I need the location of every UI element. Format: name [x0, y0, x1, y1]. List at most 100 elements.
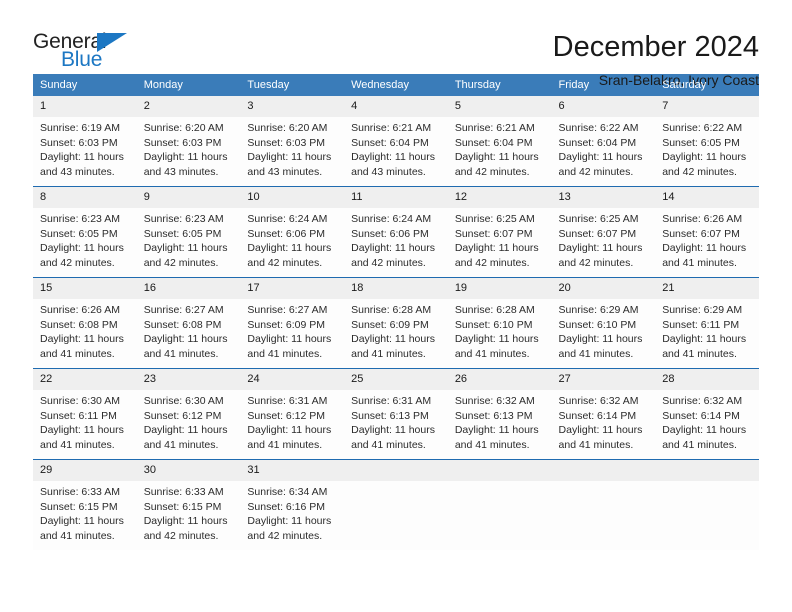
sunrise-time: Sunrise: 6:32 AM — [662, 395, 743, 407]
day-number: 26 — [447, 369, 552, 390]
day-number: 2 — [136, 96, 241, 117]
day-number: 17 — [240, 278, 345, 299]
calendar-day-cell[interactable]: 29 Sunrise: 6:33 AM Sunset: 6:15 PM Dayligh… — [33, 459, 137, 550]
calendar-week-row: 1 Sunrise: 6:19 AM Sunset: 6:03 PM Daylight… — [33, 96, 759, 187]
daylight-duration-line1: Daylight: 11 hours — [662, 151, 747, 164]
calendar-day-cell[interactable]: 21 Sunrise: 6:29 AM Sunset: 6:11 PM Dayligh… — [655, 277, 759, 369]
sunset-time: Sunset: 6:03 PM — [40, 136, 118, 149]
daylight-duration-line2: and 41 minutes. — [143, 347, 219, 360]
calendar-day-cell[interactable]: 6 Sunrise: 6:22 AM Sunset: 6:04 PM Daylight… — [551, 96, 656, 187]
day-number: 19 — [447, 278, 552, 299]
calendar-body: 1 Sunrise: 6:19 AM Sunset: 6:03 PM Daylight… — [33, 96, 759, 550]
calendar-day-cell[interactable]: 9 Sunrise: 6:23 AM Sunset: 6:05 PM Daylight… — [136, 186, 241, 278]
daylight-duration-line1: Daylight: 11 hours — [40, 333, 124, 346]
day-details: Sunrise: 6:28 AM Sunset: 6:10 PM Daylight:… — [448, 299, 552, 361]
calendar-day-cell[interactable]: 15 Sunrise: 6:26 AM Sunset: 6:08 PM Dayligh… — [33, 277, 137, 369]
sunset-time: Sunset: 6:04 PM — [558, 136, 637, 149]
daylight-duration-line2: and 41 minutes. — [454, 347, 530, 360]
calendar-day-cell[interactable]: 27 Sunrise: 6:32 AM Sunset: 6:14 PM Dayligh… — [551, 368, 656, 460]
calendar-day-cell[interactable]: 16 Sunrise: 6:27 AM Sunset: 6:08 PM Dayligh… — [136, 277, 241, 369]
daylight-duration-line1: Daylight: 11 hours — [247, 242, 332, 255]
day-number: 25 — [344, 369, 448, 390]
calendar-day-cell[interactable]: 24 Sunrise: 6:31 AM Sunset: 6:12 PM Dayligh… — [240, 368, 345, 460]
daylight-duration-line2: and 41 minutes. — [351, 438, 426, 451]
calendar-day-cell[interactable]: 23 Sunrise: 6:30 AM Sunset: 6:12 PM Dayligh… — [136, 368, 241, 460]
day-details: Sunrise: 6:30 AM Sunset: 6:11 PM Daylight:… — [33, 390, 137, 452]
calendar-day-cell[interactable]: 13 Sunrise: 6:25 AM Sunset: 6:07 PM Dayligh… — [551, 186, 656, 278]
calendar-week-row: 29 Sunrise: 6:33 AM Sunset: 6:15 PM Dayligh… — [33, 459, 759, 550]
day-number: 15 — [33, 278, 137, 299]
daylight-duration-line2: and 41 minutes. — [40, 347, 115, 360]
day-number: 18 — [344, 278, 448, 299]
sunrise-time: Sunrise: 6:27 AM — [247, 304, 328, 316]
sunset-time: Sunset: 6:14 PM — [662, 409, 740, 422]
daylight-duration-line2: and 42 minutes. — [558, 165, 634, 178]
calendar-day-cell[interactable]: 26 Sunrise: 6:32 AM Sunset: 6:13 PM Dayligh… — [447, 368, 552, 460]
day-number: 16 — [136, 278, 241, 299]
logo-text-blue: Blue — [61, 48, 103, 71]
daylight-duration-line2: and 42 minutes. — [40, 256, 115, 269]
calendar-day-cell[interactable]: 1 Sunrise: 6:19 AM Sunset: 6:03 PM Daylight… — [33, 96, 137, 187]
calendar-day-cell[interactable]: 25 Sunrise: 6:31 AM Sunset: 6:13 PM Dayligh… — [344, 368, 448, 460]
daylight-duration-line1: Daylight: 11 hours — [662, 242, 747, 255]
sunset-time: Sunset: 6:06 PM — [351, 227, 429, 240]
calendar-day-cell[interactable]: 18 Sunrise: 6:28 AM Sunset: 6:09 PM Dayligh… — [344, 277, 448, 369]
calendar-day-cell[interactable]: 12 Sunrise: 6:25 AM Sunset: 6:07 PM Dayligh… — [447, 186, 552, 278]
calendar-week-row: 22 Sunrise: 6:30 AM Sunset: 6:11 PM Dayligh… — [33, 368, 759, 460]
sunrise-time: Sunrise: 6:20 AM — [143, 122, 224, 134]
sunset-time: Sunset: 6:07 PM — [662, 227, 740, 240]
sunrise-time: Sunrise: 6:21 AM — [351, 122, 432, 134]
daylight-duration-line1: Daylight: 11 hours — [40, 424, 124, 437]
calendar-day-cell[interactable]: 11 Sunrise: 6:24 AM Sunset: 6:06 PM Dayligh… — [344, 186, 448, 278]
calendar-day-cell[interactable]: 2 Sunrise: 6:20 AM Sunset: 6:03 PM Daylight… — [136, 96, 241, 187]
day-details: Sunrise: 6:26 AM Sunset: 6:08 PM Daylight:… — [33, 299, 137, 361]
weekday-header-tuesday: Tuesday — [240, 74, 345, 96]
day-details: Sunrise: 6:23 AM Sunset: 6:05 PM Daylight:… — [137, 208, 241, 270]
calendar-day-cell[interactable]: 28 Sunrise: 6:32 AM Sunset: 6:14 PM Dayligh… — [655, 368, 759, 460]
day-details: Sunrise: 6:20 AM Sunset: 6:03 PM Daylight:… — [137, 117, 241, 179]
calendar-day-cell[interactable]: 7 Sunrise: 6:22 AM Sunset: 6:05 PM Daylight… — [655, 96, 759, 187]
sunrise-time: Sunrise: 6:24 AM — [247, 213, 328, 225]
weekday-header-thursday: Thursday — [447, 74, 552, 96]
calendar-day-cell[interactable]: 10 Sunrise: 6:24 AM Sunset: 6:06 PM Dayligh… — [240, 186, 345, 278]
day-details: Sunrise: 6:19 AM Sunset: 6:03 PM Daylight:… — [33, 117, 137, 179]
daylight-duration-line2: and 41 minutes. — [40, 438, 115, 451]
calendar-day-cell[interactable]: 3 Sunrise: 6:20 AM Sunset: 6:03 PM Daylight… — [240, 96, 345, 187]
daylight-duration-line1: Daylight: 11 hours — [351, 333, 435, 346]
daylight-duration-line1: Daylight: 11 hours — [558, 151, 643, 164]
daylight-duration-line1: Daylight: 11 hours — [454, 242, 539, 255]
calendar-day-cell[interactable]: 31 Sunrise: 6:34 AM Sunset: 6:16 PM Dayligh… — [240, 459, 345, 550]
sunset-time: Sunset: 6:13 PM — [454, 409, 533, 422]
day-details: Sunrise: 6:21 AM Sunset: 6:04 PM Daylight:… — [448, 117, 552, 179]
calendar-day-cell[interactable]: 20 Sunrise: 6:29 AM Sunset: 6:10 PM Dayligh… — [551, 277, 656, 369]
calendar-week-row: 15 Sunrise: 6:26 AM Sunset: 6:08 PM Dayligh… — [33, 277, 759, 369]
calendar-day-cell[interactable]: 17 Sunrise: 6:27 AM Sunset: 6:09 PM Dayligh… — [240, 277, 345, 369]
daylight-duration-line2: and 41 minutes. — [662, 347, 737, 360]
day-number — [551, 460, 656, 481]
calendar-day-cell-empty — [447, 459, 552, 550]
daylight-duration-line2: and 41 minutes. — [143, 438, 219, 451]
daylight-duration-line1: Daylight: 11 hours — [662, 333, 747, 346]
calendar-day-cell[interactable]: 14 Sunrise: 6:26 AM Sunset: 6:07 PM Dayligh… — [655, 186, 759, 278]
day-number: 30 — [136, 460, 241, 481]
general-blue-logo[interactable]: General Blue — [33, 30, 148, 76]
sunset-time: Sunset: 6:04 PM — [454, 136, 533, 149]
sunset-time: Sunset: 6:04 PM — [351, 136, 429, 149]
sunset-time: Sunset: 6:09 PM — [247, 318, 326, 331]
calendar-day-cell[interactable]: 22 Sunrise: 6:30 AM Sunset: 6:11 PM Dayligh… — [33, 368, 137, 460]
day-number — [447, 460, 552, 481]
calendar-day-cell[interactable]: 4 Sunrise: 6:21 AM Sunset: 6:04 PM Daylight… — [344, 96, 448, 187]
calendar-day-cell[interactable]: 5 Sunrise: 6:21 AM Sunset: 6:04 PM Daylight… — [447, 96, 552, 187]
day-number: 10 — [240, 187, 345, 208]
daylight-duration-line1: Daylight: 11 hours — [143, 242, 228, 255]
weekday-header-wednesday: Wednesday — [344, 74, 448, 96]
day-details: Sunrise: 6:31 AM Sunset: 6:12 PM Daylight:… — [240, 390, 344, 452]
calendar-day-cell[interactable]: 30 Sunrise: 6:33 AM Sunset: 6:15 PM Dayligh… — [136, 459, 241, 550]
calendar-day-cell[interactable]: 19 Sunrise: 6:28 AM Sunset: 6:10 PM Dayligh… — [447, 277, 552, 369]
day-details: Sunrise: 6:25 AM Sunset: 6:07 PM Daylight:… — [448, 208, 552, 270]
calendar-day-cell-empty — [655, 459, 759, 550]
daylight-duration-line2: and 42 minutes. — [454, 256, 530, 269]
calendar-week-row: 8 Sunrise: 6:23 AM Sunset: 6:05 PM Daylight… — [33, 186, 759, 278]
calendar-day-cell[interactable]: 8 Sunrise: 6:23 AM Sunset: 6:05 PM Daylight… — [33, 186, 137, 278]
day-number: 21 — [655, 278, 759, 299]
